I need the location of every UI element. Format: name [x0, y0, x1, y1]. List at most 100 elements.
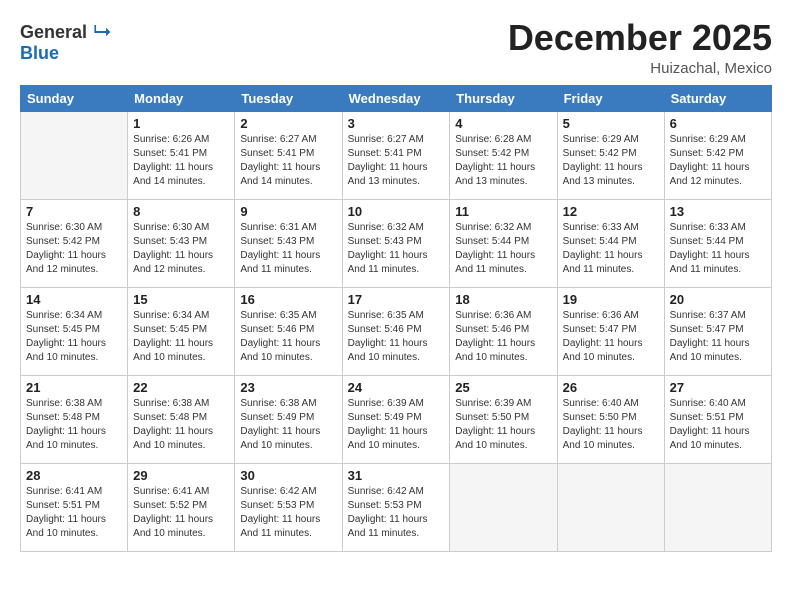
day-number: 20: [670, 292, 766, 307]
day-number: 11: [455, 204, 551, 219]
calendar-day-cell: 8 Sunrise: 6:30 AMSunset: 5:43 PMDaylight…: [128, 199, 235, 287]
day-info: Sunrise: 6:34 AMSunset: 5:45 PMDaylight:…: [133, 309, 229, 365]
day-number: 10: [348, 204, 445, 219]
day-info: Sunrise: 6:39 AMSunset: 5:49 PMDaylight:…: [348, 397, 445, 453]
day-number: 29: [133, 468, 229, 483]
day-info: Sunrise: 6:35 AMSunset: 5:46 PMDaylight:…: [240, 309, 336, 365]
calendar-day-cell: 26 Sunrise: 6:40 AMSunset: 5:50 PMDayligh…: [557, 375, 664, 463]
day-number: 2: [240, 116, 336, 131]
header-saturday: Saturday: [664, 85, 771, 111]
header-sunday: Sunday: [21, 85, 128, 111]
day-number: 24: [348, 380, 445, 395]
calendar-day-cell: 9 Sunrise: 6:31 AMSunset: 5:43 PMDaylight…: [235, 199, 342, 287]
day-number: 16: [240, 292, 336, 307]
day-info: Sunrise: 6:26 AMSunset: 5:41 PMDaylight:…: [133, 133, 229, 189]
logo: General ⮡ Blue: [20, 18, 111, 62]
calendar-day-cell: [450, 463, 557, 551]
calendar-day-cell: 15Sunrise: 6:34 AMSunset: 5:45 PMDayligh…: [128, 287, 235, 375]
calendar-day-cell: 22 Sunrise: 6:38 AMSunset: 5:48 PMDayligh…: [128, 375, 235, 463]
day-number: 18: [455, 292, 551, 307]
day-info: Sunrise: 6:41 AMSunset: 5:52 PMDaylight:…: [133, 485, 229, 541]
calendar-day-cell: 28Sunrise: 6:41 AMSunset: 5:51 PMDayligh…: [21, 463, 128, 551]
calendar-day-cell: 24 Sunrise: 6:39 AMSunset: 5:49 PMDayligh…: [342, 375, 450, 463]
calendar-table: Sunday Monday Tuesday Wednesday Thursday…: [20, 85, 772, 552]
calendar-day-cell: 12 Sunrise: 6:33 AMSunset: 5:44 PMDayligh…: [557, 199, 664, 287]
day-info: Sunrise: 6:40 AMSunset: 5:50 PMDaylight:…: [563, 397, 659, 453]
calendar-body: 1 Sunrise: 6:26 AMSunset: 5:41 PMDaylight…: [21, 111, 772, 551]
day-info: Sunrise: 6:33 AMSunset: 5:44 PMDaylight:…: [563, 221, 659, 277]
calendar-week-row: 28Sunrise: 6:41 AMSunset: 5:51 PMDayligh…: [21, 463, 772, 551]
calendar-day-cell: 17Sunrise: 6:35 AMSunset: 5:46 PMDayligh…: [342, 287, 450, 375]
day-number: 30: [240, 468, 336, 483]
day-number: 4: [455, 116, 551, 131]
day-info: Sunrise: 6:40 AMSunset: 5:51 PMDaylight:…: [670, 397, 766, 453]
calendar-day-cell: 27Sunrise: 6:40 AMSunset: 5:51 PMDayligh…: [664, 375, 771, 463]
header-friday: Friday: [557, 85, 664, 111]
calendar-day-cell: 4 Sunrise: 6:28 AMSunset: 5:42 PMDaylight…: [450, 111, 557, 199]
calendar-day-cell: 20 Sunrise: 6:37 AMSunset: 5:47 PMDayligh…: [664, 287, 771, 375]
header-tuesday: Tuesday: [235, 85, 342, 111]
day-info: Sunrise: 6:32 AMSunset: 5:44 PMDaylight:…: [455, 221, 551, 277]
calendar-day-cell: 18Sunrise: 6:36 AMSunset: 5:46 PMDayligh…: [450, 287, 557, 375]
day-info: Sunrise: 6:42 AMSunset: 5:53 PMDaylight:…: [240, 485, 336, 541]
calendar-day-cell: 10 Sunrise: 6:32 AMSunset: 5:43 PMDayligh…: [342, 199, 450, 287]
header-wednesday: Wednesday: [342, 85, 450, 111]
day-number: 3: [348, 116, 445, 131]
day-info: Sunrise: 6:38 AMSunset: 5:48 PMDaylight:…: [133, 397, 229, 453]
day-number: 21: [26, 380, 122, 395]
day-number: 1: [133, 116, 229, 131]
day-number: 9: [240, 204, 336, 219]
calendar-day-cell: [21, 111, 128, 199]
calendar-day-cell: 25 Sunrise: 6:39 AMSunset: 5:50 PMDayligh…: [450, 375, 557, 463]
day-number: 31: [348, 468, 445, 483]
weekday-header-row: Sunday Monday Tuesday Wednesday Thursday…: [21, 85, 772, 111]
logo-general-text: General: [20, 22, 87, 42]
calendar-day-cell: 31 Sunrise: 6:42 AMSunset: 5:53 PMDayligh…: [342, 463, 450, 551]
logo-blue-text: Blue: [20, 44, 59, 62]
day-number: 23: [240, 380, 336, 395]
calendar-day-cell: 7Sunrise: 6:30 AMSunset: 5:42 PMDaylight…: [21, 199, 128, 287]
day-number: 8: [133, 204, 229, 219]
calendar-day-cell: [664, 463, 771, 551]
calendar-day-cell: 19Sunrise: 6:36 AMSunset: 5:47 PMDayligh…: [557, 287, 664, 375]
day-number: 14: [26, 292, 122, 307]
day-info: Sunrise: 6:28 AMSunset: 5:42 PMDaylight:…: [455, 133, 551, 189]
calendar-day-cell: 13 Sunrise: 6:33 AMSunset: 5:44 PMDayligh…: [664, 199, 771, 287]
day-number: 13: [670, 204, 766, 219]
day-info: Sunrise: 6:39 AMSunset: 5:50 PMDaylight:…: [455, 397, 551, 453]
day-info: Sunrise: 6:32 AMSunset: 5:43 PMDaylight:…: [348, 221, 445, 277]
day-info: Sunrise: 6:36 AMSunset: 5:47 PMDaylight:…: [563, 309, 659, 365]
day-number: 26: [563, 380, 659, 395]
month-title: December 2025: [508, 18, 772, 58]
day-number: 28: [26, 468, 122, 483]
calendar-day-cell: 5Sunrise: 6:29 AMSunset: 5:42 PMDaylight…: [557, 111, 664, 199]
day-info: Sunrise: 6:27 AMSunset: 5:41 PMDaylight:…: [240, 133, 336, 189]
day-info: Sunrise: 6:34 AMSunset: 5:45 PMDaylight:…: [26, 309, 122, 365]
day-number: 5: [563, 116, 659, 131]
calendar-day-cell: 23 Sunrise: 6:38 AMSunset: 5:49 PMDayligh…: [235, 375, 342, 463]
day-info: Sunrise: 6:42 AMSunset: 5:53 PMDaylight:…: [348, 485, 445, 541]
calendar-week-row: 14 Sunrise: 6:34 AMSunset: 5:45 PMDayligh…: [21, 287, 772, 375]
day-info: Sunrise: 6:30 AMSunset: 5:43 PMDaylight:…: [133, 221, 229, 277]
day-info: Sunrise: 6:38 AMSunset: 5:48 PMDaylight:…: [26, 397, 122, 453]
day-info: Sunrise: 6:31 AMSunset: 5:43 PMDaylight:…: [240, 221, 336, 277]
calendar-week-row: 21 Sunrise: 6:38 AMSunset: 5:48 PMDayligh…: [21, 375, 772, 463]
day-number: 12: [563, 204, 659, 219]
day-number: 22: [133, 380, 229, 395]
day-info: Sunrise: 6:33 AMSunset: 5:44 PMDaylight:…: [670, 221, 766, 277]
day-number: 7: [26, 204, 122, 219]
page: General ⮡ Blue December 2025 Huizachal, …: [0, 0, 792, 612]
calendar-day-cell: 2 Sunrise: 6:27 AMSunset: 5:41 PMDaylight…: [235, 111, 342, 199]
calendar-day-cell: 11 Sunrise: 6:32 AMSunset: 5:44 PMDayligh…: [450, 199, 557, 287]
calendar-day-cell: 21 Sunrise: 6:38 AMSunset: 5:48 PMDayligh…: [21, 375, 128, 463]
calendar-week-row: 1 Sunrise: 6:26 AMSunset: 5:41 PMDaylight…: [21, 111, 772, 199]
calendar-day-cell: 29 Sunrise: 6:41 AMSunset: 5:52 PMDayligh…: [128, 463, 235, 551]
calendar-day-cell: [557, 463, 664, 551]
calendar-day-cell: 1 Sunrise: 6:26 AMSunset: 5:41 PMDaylight…: [128, 111, 235, 199]
day-info: Sunrise: 6:27 AMSunset: 5:41 PMDaylight:…: [348, 133, 445, 189]
calendar-day-cell: 14 Sunrise: 6:34 AMSunset: 5:45 PMDayligh…: [21, 287, 128, 375]
day-number: 25: [455, 380, 551, 395]
day-info: Sunrise: 6:37 AMSunset: 5:47 PMDaylight:…: [670, 309, 766, 365]
day-info: Sunrise: 6:38 AMSunset: 5:49 PMDaylight:…: [240, 397, 336, 453]
day-info: Sunrise: 6:29 AMSunset: 5:42 PMDaylight:…: [670, 133, 766, 189]
